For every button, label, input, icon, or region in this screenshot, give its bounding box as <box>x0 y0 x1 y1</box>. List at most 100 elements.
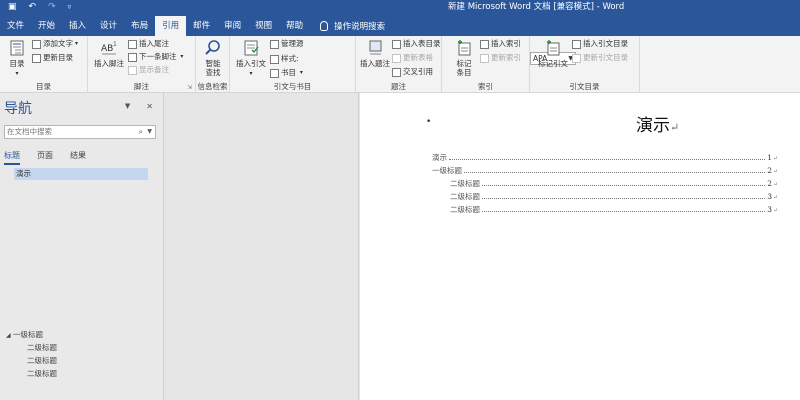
tab-help[interactable]: 帮助 <box>279 16 310 36</box>
nav-tab-results[interactable]: 结果 <box>70 150 86 165</box>
insert-endnote-label: 插入尾注 <box>139 39 169 48</box>
insert-endnote-button[interactable]: 插入尾注 <box>128 39 169 49</box>
group-index-label: 索引 <box>478 82 493 91</box>
save-icon[interactable]: ▣ <box>8 2 17 13</box>
tab-design[interactable]: 设计 <box>93 16 124 36</box>
tab-references[interactable]: 引用 <box>155 16 187 36</box>
toc-page-number: 3 <box>767 192 772 201</box>
title-bar: ▣ ↶ ↷ ▿ 新建 Microsoft Word 文档 [兼容模式] - Wo… <box>0 0 800 16</box>
update-index-icon <box>480 53 489 63</box>
nav-search-input[interactable]: 在文档中搜索 ⌕ ▼ <box>4 125 156 139</box>
insert-footnote-button[interactable]: AB 1 插入脚注 <box>92 39 126 68</box>
mark-citation-button[interactable]: 标记引文 <box>536 39 570 68</box>
close-icon[interactable]: ✕ <box>146 102 153 111</box>
manage-sources-button[interactable]: 管理源 <box>270 39 304 49</box>
toc-page-number: 3 <box>767 205 772 214</box>
lightbulb-icon <box>320 21 329 31</box>
cross-reference-icon <box>392 67 401 77</box>
toc-page-number: 1 <box>767 153 772 162</box>
nav-tree-item-level2[interactable]: 二级标题 <box>27 355 57 366</box>
paragraph-mark-icon: ↵ <box>670 121 680 134</box>
collapse-triangle-icon[interactable]: ◢ <box>6 332 11 339</box>
update-toa-button[interactable]: 更新引文目录 <box>572 53 628 63</box>
paragraph-mark-icon: ↵ <box>772 194 778 201</box>
group-research: 智能 查找 信息检索 <box>196 36 230 93</box>
search-options-icon[interactable]: ▼ <box>147 126 152 138</box>
toc-entry[interactable]: 二级标题 3 ↵ <box>450 204 778 215</box>
bibliography-label: 书目 <box>281 68 296 77</box>
tab-mailings[interactable]: 邮件 <box>186 16 217 36</box>
toc-entry-text: 一级标题 <box>432 166 462 175</box>
tell-me-search[interactable]: 操作说明搜索 <box>310 20 385 32</box>
next-footnote-button[interactable]: 下一条脚注 ▾ <box>128 52 183 62</box>
tab-insert[interactable]: 插入 <box>62 16 93 36</box>
insert-footnote-label: 插入脚注 <box>94 59 124 68</box>
nav-tree-item-level2[interactable]: 二级标题 <box>27 368 57 379</box>
nav-tree-item-level2[interactable]: 二级标题 <box>27 342 57 353</box>
toc-page-number: 2 <box>767 179 772 188</box>
insert-index-button[interactable]: 插入索引 <box>480 39 521 49</box>
nav-tabs: 标题 页面 结果 <box>4 150 86 165</box>
toc-entry[interactable]: 一级标题 2 ↵ <box>432 165 778 176</box>
nav-tab-pages[interactable]: 页面 <box>37 150 53 165</box>
insert-toa-button[interactable]: 插入引文目录 <box>572 39 628 49</box>
nav-heading-selected[interactable]: 演示 <box>14 168 148 180</box>
pane-options-icon[interactable]: ▼ <box>125 102 130 111</box>
insert-index-label: 插入索引 <box>491 39 521 48</box>
insert-table-of-figures-button[interactable]: 插入表目录 <box>392 39 441 49</box>
nav-pane-controls: ▼ ✕ <box>125 102 153 111</box>
tab-review[interactable]: 审阅 <box>217 16 248 36</box>
cross-reference-button[interactable]: 交叉引用 <box>392 67 433 77</box>
show-notes-button[interactable]: 显示备注 <box>128 65 169 75</box>
mark-citation-label: 标记引文 <box>538 59 568 68</box>
ribbon-tabs: 文件 开始 插入 设计 布局 引用 邮件 审阅 视图 帮助 操作说明搜索 <box>0 16 385 36</box>
tab-file[interactable]: 文件 <box>0 16 31 36</box>
toa-icon <box>572 39 581 49</box>
redo-icon[interactable]: ↷ <box>48 2 56 13</box>
tell-me-label: 操作说明搜索 <box>334 22 386 32</box>
update-toc-button[interactable]: 更新目录 <box>32 53 73 63</box>
undo-icon[interactable]: ↶ <box>29 2 37 13</box>
update-table-button[interactable]: 更新表格 <box>392 53 433 63</box>
toc-icon <box>10 40 24 56</box>
toc-entry[interactable]: 演示 1 ↵ <box>432 152 778 163</box>
smart-lookup-button[interactable]: 智能 查找 <box>199 39 227 77</box>
toc-button[interactable]: 目录 ▾ <box>4 39 30 78</box>
group-authorities: 标记引文 插入引文目录 更新引文目录 引文目录 <box>530 36 640 93</box>
group-citations: 插入引文 ▾ 管理源 样式: APA ▼ 书目 ▾ 引文与书目 <box>230 36 576 93</box>
nav-tab-headings[interactable]: 标题 <box>4 150 20 165</box>
toc-button-label: 目录 <box>9 59 25 68</box>
footnote-dialog-launcher-icon[interactable]: ⇲ <box>187 84 192 91</box>
toc-entry-text: 二级标题 <box>450 205 480 214</box>
tab-view[interactable]: 视图 <box>248 16 279 36</box>
ribbon: 目录▾ 添加文字▾ 更新目录 目录 AB 1 插入脚注 插入尾注 下一条脚注 <box>0 36 800 93</box>
workspace-gap <box>165 93 359 400</box>
nav-tree-item-level1[interactable]: ◢ 一级标题 <box>6 329 43 340</box>
nav-search-placeholder: 在文档中搜索 <box>7 127 52 136</box>
search-icon[interactable]: ⌕ <box>139 126 143 138</box>
mark-entry-label-line1: 标记 <box>456 59 472 68</box>
add-text-label: 添加文字 <box>43 39 73 48</box>
update-index-button[interactable]: 更新索引 <box>480 53 521 63</box>
group-index: 标记 条目 插入索引 更新索引 索引 <box>442 36 530 93</box>
tab-layout[interactable]: 布局 <box>124 16 155 36</box>
mark-entry-button[interactable]: 标记 条目 <box>452 39 476 77</box>
update-table-icon <box>392 53 401 63</box>
document-title[interactable]: 演示↵ <box>636 111 679 136</box>
toc-leader-dots <box>482 185 766 186</box>
add-text-button[interactable]: 添加文字 ▾ <box>32 39 78 49</box>
bibliography-button[interactable]: 书目 ▾ <box>270 68 303 78</box>
magnifier-icon <box>205 40 220 55</box>
insert-citation-button[interactable]: 插入引文 ▾ <box>234 39 268 78</box>
paragraph-mark-icon: ↵ <box>772 155 778 162</box>
document-page[interactable]: • 演示↵ 演示 1 ↵ 一级标题 2 ↵ 二级标题 2 ↵ 二级标题 3 ↵ 二级标题… <box>360 93 800 400</box>
style-label: 样式: <box>281 54 299 63</box>
toc-entry[interactable]: 二级标题 3 ↵ <box>450 191 778 202</box>
add-text-icon <box>32 39 41 49</box>
insert-caption-button[interactable]: 插入题注 <box>360 39 390 68</box>
tab-home[interactable]: 开始 <box>31 16 62 36</box>
group-research-label: 信息检索 <box>197 82 228 91</box>
toc-entry[interactable]: 二级标题 2 ↵ <box>450 178 778 189</box>
customize-icon[interactable]: ▿ <box>68 2 72 13</box>
group-authorities-label: 引文目录 <box>569 82 600 91</box>
